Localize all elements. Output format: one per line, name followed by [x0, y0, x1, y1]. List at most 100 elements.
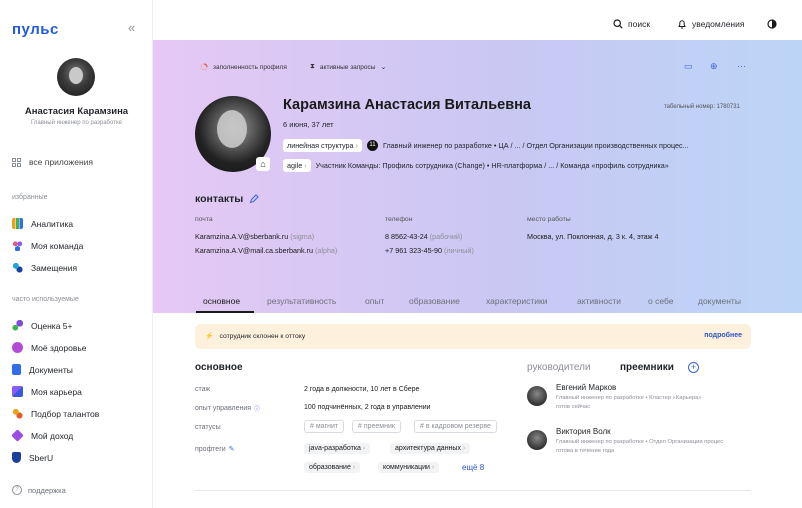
alert-text: сотрудник склонен к оттоку: [219, 332, 306, 340]
mail-note: (alpha): [314, 246, 338, 255]
sidebar-item-health[interactable]: Моё здоровье: [12, 342, 87, 353]
alert-more-link[interactable]: подробнее: [704, 332, 742, 339]
chip-label: линейная структура: [287, 141, 354, 150]
sidebar-item-income[interactable]: Мой доход: [11, 429, 74, 442]
phone-personal[interactable]: +7 961 323-45-90 (личный): [385, 246, 474, 255]
sidebar-item-documents[interactable]: Документы: [12, 364, 73, 375]
globe-icon[interactable]: ⊕: [710, 61, 718, 72]
proftags-label-text: профтеги: [195, 445, 226, 453]
proftag-label: java-разработка: [309, 445, 361, 452]
tab-activities[interactable]: активности: [577, 296, 621, 306]
top-header: поиск уведомления: [153, 10, 781, 40]
workplace-label: место работы: [527, 216, 571, 223]
chevron-right-icon: ›: [431, 464, 435, 471]
tab-successors[interactable]: преемники: [620, 362, 674, 373]
favorites-section-title: избранные: [12, 194, 48, 201]
edit-pencil-icon[interactable]: ✎: [229, 445, 235, 453]
tab-experience[interactable]: опыт: [365, 296, 384, 306]
income-icon: [11, 429, 24, 442]
experience-label: стаж: [195, 386, 211, 393]
frequent-section-title: часто используемые: [12, 296, 79, 303]
health-icon: [12, 342, 23, 353]
agile-structure[interactable]: agile › Участник Команды: Профиль сотруд…: [283, 159, 669, 172]
phone-value: +7 961 323-45-90: [385, 246, 442, 255]
sidebar-item-substitutions[interactable]: Замещения: [12, 262, 77, 273]
sidebar-item-career[interactable]: Моя карьера: [12, 386, 82, 397]
sidebar-item-label: Моя команда: [31, 240, 84, 251]
mail-alpha[interactable]: Karamzina.A.V@mail.ca.sberbank.ru (alpha…: [195, 246, 337, 255]
chevron-down-icon: ⌄: [380, 64, 387, 71]
chevron-right-icon: ›: [304, 161, 307, 170]
apps-grid-icon: [12, 157, 21, 167]
mail-value: Karamzina.A.V@sberbank.ru: [195, 232, 289, 241]
profile-completeness[interactable]: заполненность профиля: [200, 63, 287, 71]
tab-characteristics[interactable]: характеристики: [486, 296, 548, 306]
user-role: Главный инженер по разработке: [31, 120, 122, 126]
more-icon[interactable]: ···: [737, 61, 746, 71]
team-icon: [12, 240, 23, 251]
info-icon[interactable]: ⓘ: [254, 404, 260, 413]
contacts-label: контакты: [195, 193, 244, 205]
tab-about[interactable]: о себе: [648, 296, 673, 306]
card-icon[interactable]: ▭: [684, 61, 693, 72]
contacts-title: контакты: [195, 193, 259, 205]
support-link[interactable]: ? поддержка: [12, 485, 66, 495]
workplace-value: Москва, ул. Поклонная, д. 3 к. 4, этаж 4: [527, 232, 659, 241]
phone-work[interactable]: 8 8562-43-24 (рабочий): [385, 232, 462, 241]
bell-icon: [678, 20, 686, 29]
sidebar-item-label: Документы: [29, 364, 73, 375]
collapse-sidebar-icon[interactable]: «: [128, 20, 135, 35]
notifications-button[interactable]: уведомления: [677, 19, 744, 29]
mail-value: Karamzina.A.V@mail.ca.sberbank.ru: [195, 246, 313, 255]
notifications-label: уведомления: [692, 19, 745, 29]
subordinates-count: 11: [366, 140, 378, 151]
app-logo[interactable]: пульс: [12, 21, 59, 38]
proftag[interactable]: архитектура данных ›: [390, 443, 471, 454]
person-readiness: готов сейчас: [556, 404, 591, 410]
proftag[interactable]: коммуникации ›: [378, 462, 440, 473]
tab-managers[interactable]: руководители: [527, 362, 591, 373]
sidebar-item-sberu[interactable]: SberU: [12, 452, 53, 463]
all-apps-link[interactable]: все приложения: [12, 157, 93, 167]
agile-chip[interactable]: agile ›: [283, 159, 311, 172]
experience-value: 2 года в должности, 10 лет в Сбере: [304, 386, 420, 393]
sidebar-item-label: Мой доход: [31, 430, 74, 441]
tab-education[interactable]: образование: [409, 296, 460, 306]
proftag[interactable]: java-разработка ›: [304, 443, 371, 454]
phone-note: (личный): [443, 246, 474, 255]
mail-sigma[interactable]: Karamzina.A.V@sberbank.ru (sigma): [195, 232, 314, 241]
sidebar-item-talents[interactable]: Подбор талантов: [12, 408, 99, 419]
proftag-label: образование: [309, 464, 351, 471]
more-tags-link[interactable]: ещё 8: [462, 463, 484, 472]
tab-documents[interactable]: документы: [698, 296, 741, 306]
tab-main[interactable]: основное: [203, 296, 240, 306]
phone-label: телефон: [385, 216, 413, 223]
hourglass-icon: ⧗: [310, 63, 315, 70]
active-requests-dropdown[interactable]: ⧗ активные запросы ⌄: [310, 63, 386, 71]
substitution-icon: [12, 262, 23, 273]
add-successor-icon[interactable]: +: [688, 362, 699, 373]
avatar[interactable]: [57, 58, 95, 96]
proftag[interactable]: образование ›: [304, 462, 361, 473]
sidebar-item-team[interactable]: Моя команда: [12, 240, 83, 251]
phone-note: (рабочий): [429, 232, 463, 241]
line-structure-path: Главный инженер по разработке • ЦА / ...…: [382, 141, 689, 150]
app-root: пульс « Анастасия Карамзина Главный инже…: [0, 0, 802, 508]
sidebar-item-rating[interactable]: Оценка 5+: [12, 320, 73, 331]
search-button[interactable]: поиск: [613, 19, 650, 29]
management-value: 100 подчинённых, 2 года в управлении: [304, 404, 431, 411]
sidebar-item-analytics[interactable]: Аналитика: [12, 218, 73, 229]
line-structure-chip[interactable]: линейная структура ›: [283, 139, 362, 152]
tab-performance[interactable]: результативность: [267, 296, 336, 306]
status-badge: # преемник: [352, 420, 401, 433]
theme-toggle[interactable]: [767, 19, 777, 29]
proftag-label: коммуникации: [383, 464, 430, 471]
sidebar-item-label: Оценка 5+: [31, 320, 73, 331]
avatar: [527, 430, 547, 450]
edit-pencil-icon[interactable]: [249, 194, 259, 204]
mail-label: почта: [195, 216, 213, 223]
analytics-icon: [12, 218, 23, 229]
line-structure[interactable]: линейная структура › 11 Главный инженер …: [283, 139, 689, 152]
status-badge: # магнит: [304, 420, 345, 433]
lightning-icon: ⚡: [205, 333, 214, 340]
